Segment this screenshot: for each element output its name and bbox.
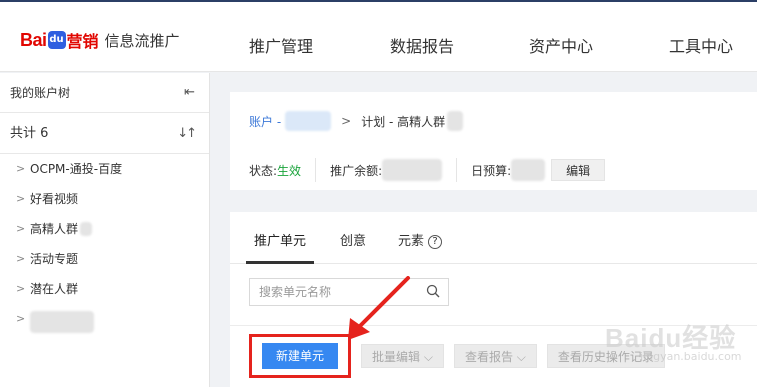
sidebar-item-haokan[interactable]: > 好看视频 bbox=[0, 184, 209, 214]
new-unit-button[interactable]: 新建单元 bbox=[262, 343, 339, 369]
view-report-button[interactable]: 查看报告 ⌵ bbox=[453, 344, 537, 368]
total-count: 共计 6 bbox=[10, 126, 49, 141]
chevron-down-icon: ⌵ bbox=[512, 350, 526, 364]
sidebar-item-label: 好看视频 bbox=[30, 192, 79, 206]
campaign-list: > OCPM-通投-百度 > 好看视频 > 高精人群 > 活动专题 > 潜在人群… bbox=[0, 154, 209, 334]
sidebar-item-blurred[interactable]: > bbox=[0, 304, 209, 334]
sidebar-item-label: 高精人群 bbox=[30, 222, 79, 236]
tab-promotion-unit[interactable]: 推广单元 bbox=[254, 230, 306, 249]
watermark-url: jingyan.baidu.com bbox=[640, 350, 742, 363]
active-tab-indicator bbox=[246, 261, 314, 264]
baidu-marketing-logo[interactable]: Bai du 营销 信息流推广 bbox=[20, 28, 180, 52]
blurred-account-name bbox=[285, 111, 332, 131]
breadcrumb: 账户 - > 计划 - 高精人群 bbox=[249, 111, 464, 131]
nav-data-report[interactable]: 数据报告 bbox=[390, 33, 454, 57]
divider bbox=[315, 158, 317, 182]
top-navigation-bar: Bai du 营销 信息流推广 推广管理 数据报告 资产中心 工具中心 bbox=[0, 0, 757, 72]
help-icon[interactable]: ? bbox=[428, 235, 443, 249]
blurred-text bbox=[80, 222, 93, 236]
breadcrumb-account-link[interactable]: 账户 - bbox=[249, 113, 281, 130]
chevron-right-icon: > bbox=[16, 222, 26, 235]
plan-summary-card: 账户 - > 计划 - 高精人群 状态: 生效 推广余额: 日预算: 编辑 bbox=[230, 92, 757, 190]
logo-yingxiao-text: 营销 bbox=[66, 32, 99, 51]
logo-paw-icon: du bbox=[47, 31, 66, 49]
view-report-label: 查看报告 bbox=[464, 350, 513, 364]
plan-status-row: 状态: 生效 推广余额: 日预算: 编辑 bbox=[249, 158, 606, 182]
edit-budget-button[interactable]: 编辑 bbox=[551, 159, 606, 181]
blurred-budget bbox=[511, 159, 546, 181]
product-name: 信息流推广 bbox=[104, 31, 180, 50]
status-value: 生效 bbox=[277, 163, 302, 178]
sidebar-item-label: 潜在人群 bbox=[30, 282, 79, 296]
annotation-arrow-icon bbox=[348, 276, 410, 340]
chevron-right-icon: > bbox=[16, 162, 26, 175]
sidebar-header: 我的账户树 ⇤ bbox=[0, 73, 209, 113]
batch-edit-button[interactable]: 批量编辑 ⌵ bbox=[361, 344, 444, 368]
logo-baidu-text: Bai bbox=[20, 29, 47, 50]
tab-creative[interactable]: 创意 bbox=[340, 230, 366, 249]
balance-label: 推广余额: bbox=[330, 163, 383, 178]
batch-edit-label: 批量编辑 bbox=[372, 350, 421, 364]
sidebar-item-label: OCPM-通投-百度 bbox=[30, 162, 123, 176]
sidebar-item-ocpm[interactable]: > OCPM-通投-百度 bbox=[0, 154, 209, 184]
account-tree-sidebar: 我的账户树 ⇤ 共计 6 ↓↑ > OCPM-通投-百度 > 好看视频 > 高精… bbox=[0, 73, 210, 387]
chevron-right-icon: > bbox=[16, 252, 26, 265]
sidebar-total: 共计 6 ↓↑ bbox=[0, 113, 209, 154]
blurred-text bbox=[447, 111, 464, 131]
search-icon[interactable] bbox=[426, 284, 440, 298]
sidebar-item-high-precision[interactable]: > 高精人群 bbox=[0, 214, 209, 244]
chevron-down-icon: ⌵ bbox=[420, 350, 433, 364]
sort-icon[interactable]: ↓↑ bbox=[177, 113, 197, 154]
status-label: 状态: bbox=[249, 163, 278, 178]
nav-asset-center[interactable]: 资产中心 bbox=[529, 33, 593, 57]
breadcrumb-separator: > bbox=[341, 114, 352, 128]
chevron-right-icon: > bbox=[16, 282, 26, 295]
sidebar-item-potential[interactable]: > 潜在人群 bbox=[0, 274, 209, 304]
chevron-right-icon: > bbox=[16, 312, 26, 325]
breadcrumb-plan: 计划 - 高精人群 bbox=[361, 114, 446, 129]
nav-promotion-management[interactable]: 推广管理 bbox=[249, 33, 313, 57]
collapse-sidebar-icon[interactable]: ⇤ bbox=[184, 73, 195, 113]
sidebar-title: 我的账户树 bbox=[10, 86, 71, 100]
blurred-balance bbox=[382, 159, 443, 181]
chevron-right-icon: > bbox=[16, 192, 26, 205]
tab-elements-label: 元素 bbox=[398, 234, 425, 249]
tab-elements[interactable]: 元素? bbox=[398, 230, 443, 249]
blurred-text bbox=[30, 311, 94, 333]
sidebar-item-activity[interactable]: > 活动专题 bbox=[0, 244, 209, 274]
budget-label: 日预算: bbox=[471, 163, 512, 178]
tab-bar: 推广单元 创意 元素? bbox=[230, 212, 757, 264]
divider bbox=[456, 158, 458, 182]
sidebar-item-label: 活动专题 bbox=[30, 252, 79, 266]
nav-tool-center[interactable]: 工具中心 bbox=[669, 33, 733, 57]
